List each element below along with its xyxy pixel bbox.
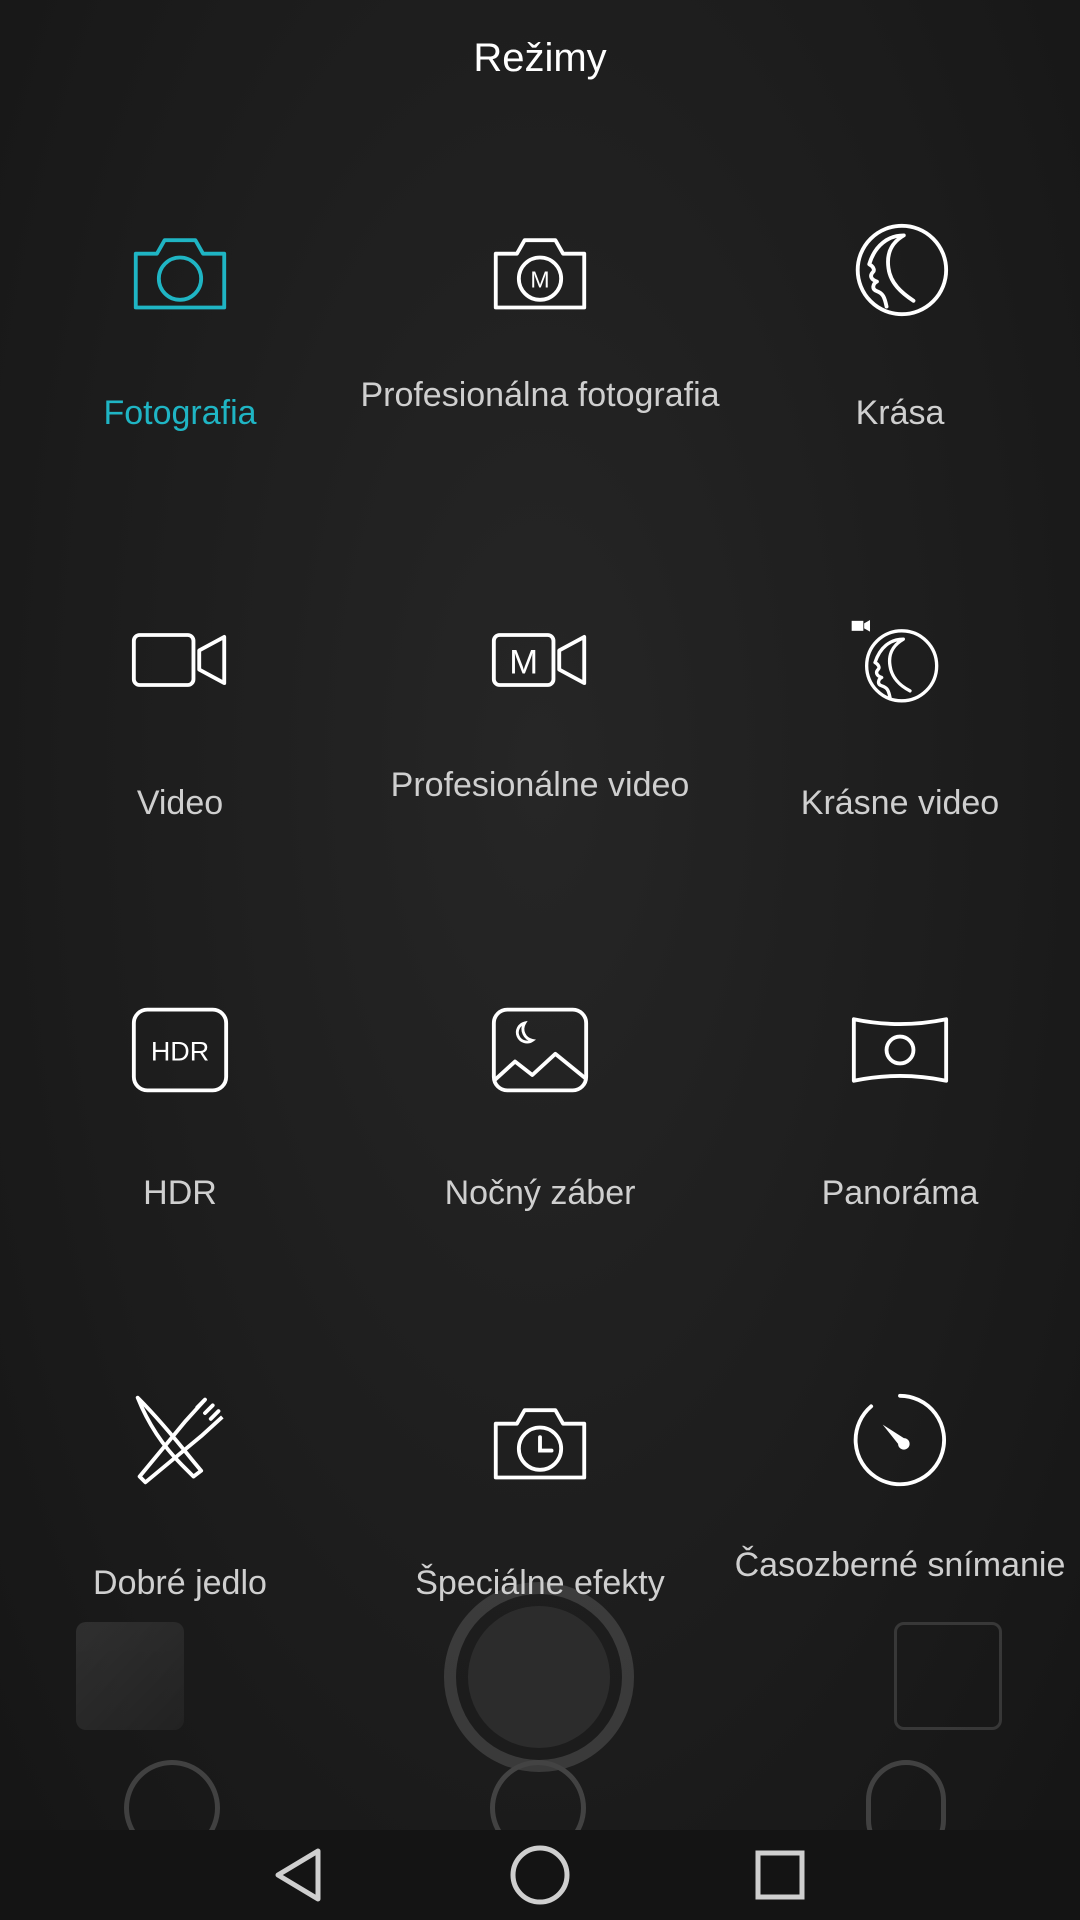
mode-label: Časozberné snímanie <box>734 1546 1066 1584</box>
mode-label: Fotografia <box>103 394 257 432</box>
mode-special-effects[interactable]: Špeciálne efekty <box>360 1230 720 1620</box>
mode-beauty-video[interactable]: Krásne video <box>720 450 1080 840</box>
mode-label: Profesionálna fotografia <box>360 376 720 414</box>
special-effects-camera-icon <box>490 1390 590 1490</box>
beauty-video-icon <box>850 610 950 710</box>
fork-knife-icon <box>130 1390 230 1490</box>
mode-pro-video[interactable]: M Profesionálne video <box>360 450 720 840</box>
home-button[interactable] <box>480 1830 600 1920</box>
mode-label: HDR <box>143 1174 217 1212</box>
back-button[interactable] <box>240 1830 360 1920</box>
mode-panorama[interactable]: Panoráma <box>720 840 1080 1230</box>
mode-label: Krásne video <box>800 784 1000 822</box>
gallery-thumbnail <box>76 1622 184 1730</box>
mode-timelapse[interactable]: Časozberné snímanie <box>720 1230 1080 1620</box>
mode-label: Krása <box>855 394 945 432</box>
panorama-icon <box>850 1000 950 1100</box>
camera-modes-screen: Režimy Fotografia M Profesionálna fotogr… <box>0 0 1080 1920</box>
mode-night-shot[interactable]: Nočný záber <box>360 840 720 1230</box>
recents-button[interactable] <box>720 1830 840 1920</box>
recents-square-icon <box>755 1850 805 1900</box>
mode-video[interactable]: Video <box>0 450 360 840</box>
mode-label: Panoráma <box>821 1174 979 1212</box>
mode-label: Špeciálne efekty <box>415 1564 665 1602</box>
mode-label: Dobré jedlo <box>93 1564 267 1602</box>
switch-camera-icon <box>894 1622 1002 1730</box>
home-circle-icon <box>510 1845 570 1905</box>
hdr-icon: HDR <box>130 1000 230 1100</box>
mode-label: Nočný záber <box>444 1174 636 1212</box>
pro-camera-icon: M <box>490 220 590 320</box>
back-triangle-icon <box>275 1848 321 1902</box>
pro-video-icon: M <box>490 610 590 710</box>
mode-pro-photo[interactable]: M Profesionálna fotografia <box>360 60 720 450</box>
mode-photo[interactable]: Fotografia <box>0 60 360 450</box>
system-navigation-bar <box>0 1830 1080 1920</box>
beauty-face-icon <box>850 220 950 320</box>
night-shot-icon <box>490 1000 590 1100</box>
timelapse-icon <box>850 1390 950 1490</box>
svg-text:HDR: HDR <box>151 1037 209 1067</box>
mode-hdr[interactable]: HDR HDR <box>0 840 360 1230</box>
svg-text:M: M <box>509 643 538 681</box>
camera-icon <box>130 220 230 320</box>
mode-label: Profesionálne video <box>390 766 690 804</box>
video-camera-icon <box>130 610 230 710</box>
mode-good-food[interactable]: Dobré jedlo <box>0 1230 360 1620</box>
svg-text:M: M <box>530 266 549 292</box>
mode-beauty[interactable]: Krása <box>720 60 1080 450</box>
mode-label: Video <box>136 784 224 822</box>
